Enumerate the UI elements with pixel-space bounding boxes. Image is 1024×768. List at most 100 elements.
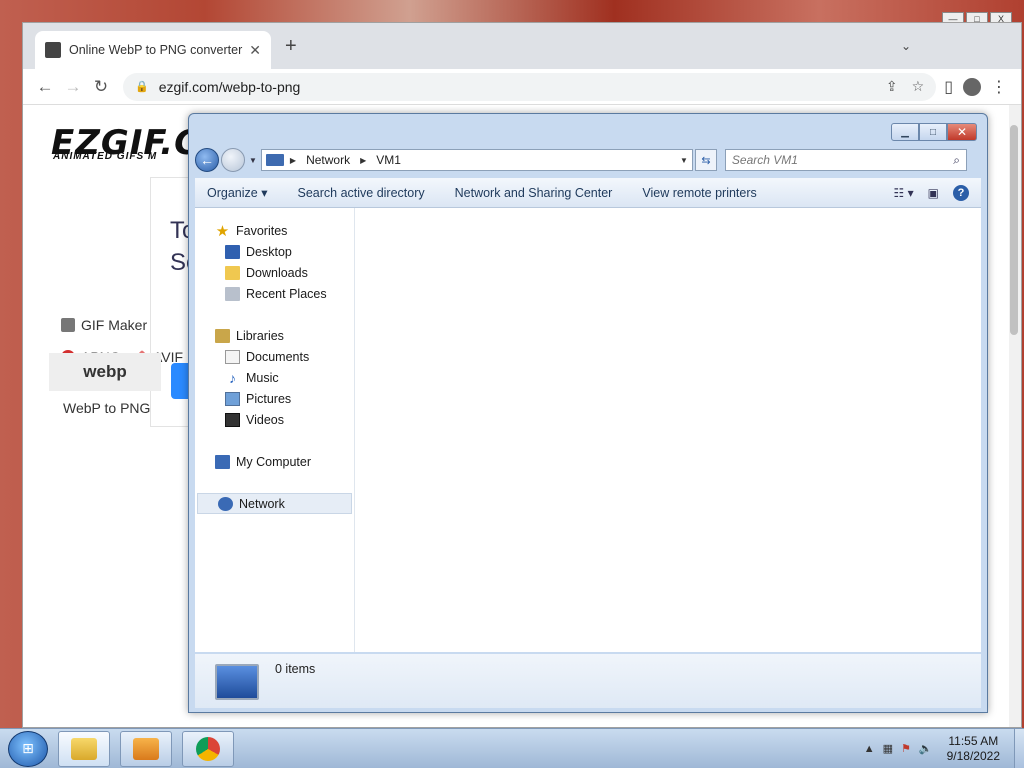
refresh-icon[interactable]: ⇆ [694, 149, 717, 171]
breadcrumb-arrow-icon[interactable]: ▶ [360, 156, 366, 165]
forward-arrow-icon[interactable]: → [59, 77, 87, 97]
reload-icon[interactable]: ↻ [87, 77, 115, 97]
side-panel-icon[interactable]: ▯ [944, 77, 953, 97]
documents-icon [225, 349, 240, 364]
network-sharing-center-button[interactable]: Network and Sharing Center [455, 186, 613, 200]
help-icon[interactable]: ? [953, 184, 969, 201]
explorer-window: ▁ □ ✕ ← ▼ ▶ Network ▶ VM1 ▼ ⇆ Search VM1… [188, 113, 988, 713]
back-arrow-icon[interactable]: ← [31, 77, 59, 97]
nav-downloads[interactable]: Downloads [195, 262, 354, 283]
explorer-address-bar[interactable]: ▶ Network ▶ VM1 ▼ [260, 149, 693, 171]
menu-kebab-icon[interactable]: ⋮ [991, 77, 1007, 97]
computer-large-icon [215, 664, 259, 700]
file-list-area[interactable] [355, 208, 981, 652]
nav-recent-places[interactable]: Recent Places [195, 283, 354, 304]
nav-favorites[interactable]: ★ Favorites [195, 220, 354, 241]
preview-pane-icon[interactable]: ▣ [928, 186, 939, 200]
nav-label: Favorites [236, 223, 288, 238]
explorer-window-controls: ▁ □ ✕ [891, 123, 977, 141]
change-view-icon[interactable]: ☷ ▾ [894, 186, 914, 200]
address-bar[interactable]: 🔒 ezgif.com/webp-to-png ⇪ ☆ [123, 72, 937, 101]
nav-music[interactable]: ♪ Music [195, 367, 354, 388]
new-tab-icon[interactable]: + [285, 35, 297, 58]
nav-desktop[interactable]: Desktop [195, 241, 354, 262]
desktop-icon [225, 244, 240, 259]
scrollbar-thumb[interactable] [1010, 125, 1018, 335]
network-icon [218, 496, 233, 511]
show-desktop-button[interactable] [1014, 728, 1024, 768]
tab-close-icon[interactable]: ✕ [249, 42, 261, 59]
bookmark-star-icon[interactable]: ☆ [912, 78, 925, 95]
clock[interactable]: 11:55 AM 9/18/2022 [947, 734, 1000, 764]
explorer-search-input[interactable]: Search VM1 ⌕ [724, 149, 967, 171]
nav-label: Libraries [236, 328, 284, 343]
details-pane: 0 items [195, 654, 981, 708]
webp-logo[interactable]: webp [49, 353, 161, 391]
back-button[interactable]: ← [195, 148, 219, 172]
nav-label: Network [239, 496, 285, 511]
browser-toolbar: ← → ↻ 🔒 ezgif.com/webp-to-png ⇪ ☆ ▯ ⋮ [23, 69, 1021, 105]
explorer-address-row: ← ▼ ▶ Network ▶ VM1 ▼ ⇆ Search VM1 ⌕ [189, 146, 987, 174]
tab-webp-converter[interactable]: Online WebP to PNG converter ✕ [35, 31, 271, 69]
recent-places-icon [225, 286, 240, 301]
navigation-pane: ★ Favorites Desktop Downloads Recent Pla… [195, 208, 355, 652]
taskbar-media-player[interactable] [120, 730, 172, 767]
tab-strip: Online WebP to PNG converter ✕ + ⌄ [23, 23, 1021, 69]
taskbar-chrome[interactable] [182, 730, 234, 767]
action-center-flag-icon[interactable]: ⚑ [901, 742, 911, 755]
nav-videos[interactable]: Videos [195, 409, 354, 430]
search-icon[interactable]: ⌕ [953, 153, 960, 168]
favicon-icon [45, 42, 61, 58]
url-text: ezgif.com/webp-to-png [158, 78, 301, 95]
share-icon[interactable]: ⇪ [886, 78, 898, 95]
webp-to-png-link[interactable]: WebP to PNG [63, 400, 150, 416]
nav-libraries[interactable]: Libraries [195, 325, 354, 346]
start-button[interactable]: ⊞ [8, 730, 48, 767]
close-button[interactable]: ✕ [947, 123, 977, 141]
nav-label: Pictures [246, 391, 292, 406]
breadcrumb-network[interactable]: Network [306, 153, 350, 167]
explorer-body: ★ Favorites Desktop Downloads Recent Pla… [195, 208, 981, 652]
search-placeholder: Search VM1 [731, 153, 798, 167]
volume-icon[interactable]: 🔈 [919, 742, 933, 755]
taskbar-explorer[interactable] [58, 730, 110, 767]
minimize-button[interactable]: ▁ [891, 123, 919, 141]
nav-label: Music [246, 370, 279, 385]
address-dropdown-icon[interactable]: ▼ [680, 156, 688, 165]
network-tray-icon[interactable]: ▦ [883, 742, 893, 755]
view-remote-printers-button[interactable]: View remote printers [642, 186, 756, 200]
recent-pages-chevron-icon[interactable]: ▼ [249, 156, 257, 165]
toolbar-right: ▯ ⋮ [944, 77, 1013, 97]
nav-my-computer[interactable]: My Computer [195, 451, 354, 472]
downloads-folder-icon [225, 265, 240, 280]
profile-avatar-icon[interactable] [963, 77, 981, 96]
videos-icon [225, 412, 240, 427]
show-hidden-icons-chevron-icon[interactable]: ▲ [864, 743, 875, 755]
libraries-icon [215, 328, 230, 343]
taskbar: ⊞ ▲ ▦ ⚑ 🔈 11:55 AM 9/18/2022 [0, 728, 1024, 768]
nav-pictures[interactable]: Pictures [195, 388, 354, 409]
folder-icon [71, 737, 97, 760]
pictures-icon [225, 391, 240, 406]
nav-documents[interactable]: Documents [195, 346, 354, 367]
nav-label: Videos [246, 412, 284, 427]
nav-label: Documents [246, 349, 310, 364]
organize-menu[interactable]: Organize ▾ [207, 185, 267, 200]
breadcrumb: ▶ Network ▶ VM1 [290, 153, 401, 167]
explorer-command-bar: Organize ▾ Search active directory Netwo… [195, 178, 981, 208]
computer-icon [215, 454, 230, 469]
lock-icon[interactable]: 🔒 [135, 80, 149, 93]
maximize-button[interactable]: □ [919, 123, 947, 141]
nav-label: Downloads [246, 265, 308, 280]
breadcrumb-vm1[interactable]: VM1 [376, 153, 401, 167]
search-active-directory-button[interactable]: Search active directory [297, 186, 424, 200]
nav-label: Desktop [246, 244, 292, 259]
page-scrollbar[interactable] [1007, 105, 1021, 727]
tab-search-chevron-icon[interactable]: ⌄ [901, 39, 911, 53]
explorer-titlebar[interactable]: ▁ □ ✕ [189, 114, 987, 146]
breadcrumb-root-arrow-icon[interactable]: ▶ [290, 156, 296, 165]
nav-network[interactable]: Network [197, 493, 352, 514]
forward-button[interactable] [221, 148, 245, 172]
tab-title: Online WebP to PNG converter [69, 43, 243, 57]
tool-gif-maker[interactable]: GIF Maker [61, 317, 147, 333]
